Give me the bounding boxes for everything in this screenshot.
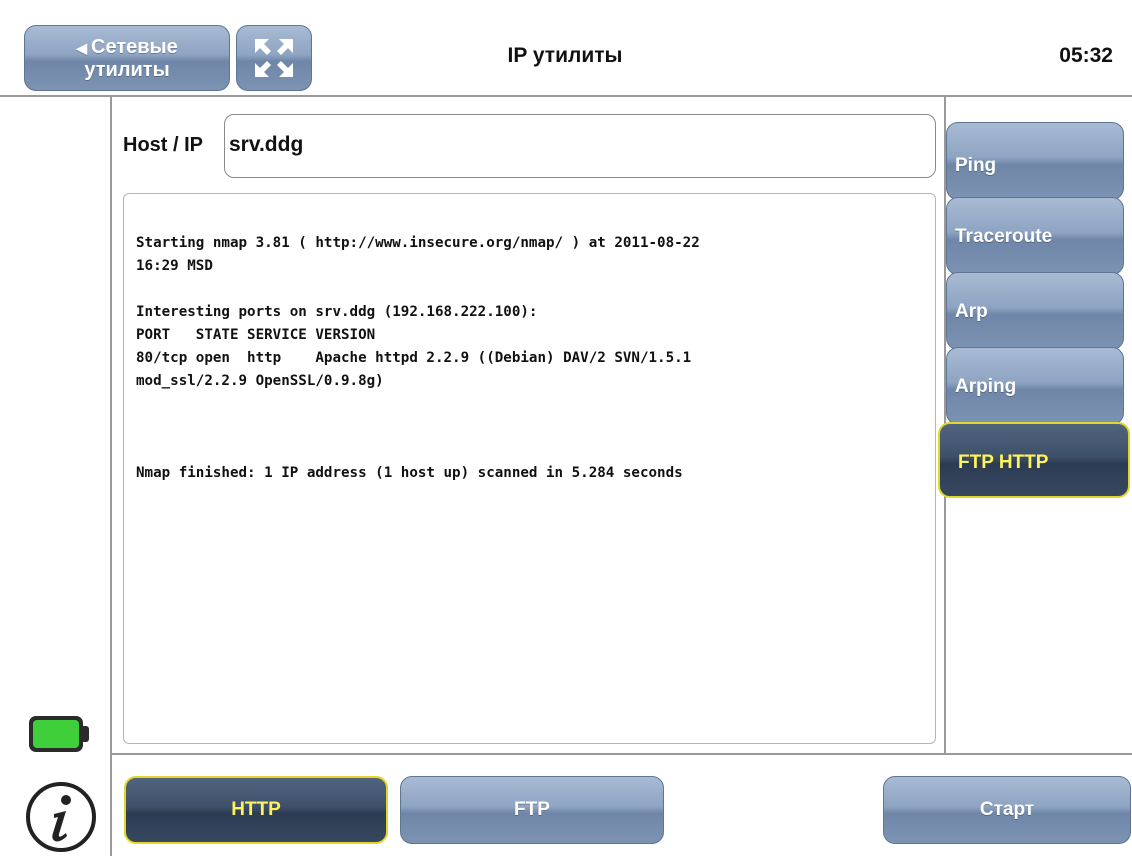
back-label-line2: утилиты <box>84 58 170 81</box>
tab-arping[interactable]: Arping <box>946 347 1124 425</box>
tab-ftp-http[interactable]: FTP HTTP <box>938 422 1130 498</box>
clock: 05:32 <box>1059 44 1113 67</box>
battery-icon <box>29 716 89 752</box>
http-button[interactable]: HTTP <box>124 776 388 844</box>
output-line: Starting nmap 3.81 ( http://www.insecure… <box>136 235 700 251</box>
ftp-button[interactable]: FTP <box>400 776 664 844</box>
output-line: 80/tcp open http Apache httpd 2.2.9 ((De… <box>136 350 692 366</box>
page-title: IP утилиты <box>507 44 623 67</box>
tab-arping-label: Arping <box>955 376 1017 397</box>
back-label-line1: Сетевые <box>91 35 178 58</box>
fullscreen-button[interactable] <box>236 25 312 91</box>
output-panel[interactable]: Starting nmap 3.81 ( http://www.insecure… <box>123 193 936 744</box>
expand-arrows-icon <box>255 39 293 77</box>
bottom-divider <box>112 753 1132 755</box>
tab-traceroute[interactable]: Traceroute <box>946 197 1124 275</box>
output-line: Nmap finished: 1 IP address (1 host up) … <box>136 465 683 481</box>
tab-arp-label: Arp <box>955 301 988 322</box>
info-icon[interactable] <box>24 780 98 854</box>
back-button[interactable]: ◀ Сетевые утилиты <box>24 25 230 91</box>
host-label: Host / IP <box>123 134 204 156</box>
output-line: PORT STATE SERVICE VERSION <box>136 327 376 343</box>
output-line: Interesting ports on srv.ddg (192.168.22… <box>136 304 538 320</box>
back-label-line1-wrap: ◀ Сетевые <box>76 36 178 59</box>
tab-ping[interactable]: Ping <box>946 122 1124 200</box>
output-line: mod_ssl/2.2.9 OpenSSL/0.9.8g) <box>136 373 384 389</box>
start-button[interactable]: Старт <box>883 776 1131 844</box>
host-input[interactable]: srv.ddg <box>224 114 936 178</box>
tab-traceroute-label: Traceroute <box>955 226 1053 247</box>
tab-ping-label: Ping <box>955 155 997 176</box>
output-line: 16:29 MSD <box>136 258 213 274</box>
tab-ftp-http-label: FTP HTTP <box>958 452 1049 473</box>
back-arrow-icon: ◀ <box>76 39 88 56</box>
tab-arp[interactable]: Arp <box>946 272 1124 350</box>
